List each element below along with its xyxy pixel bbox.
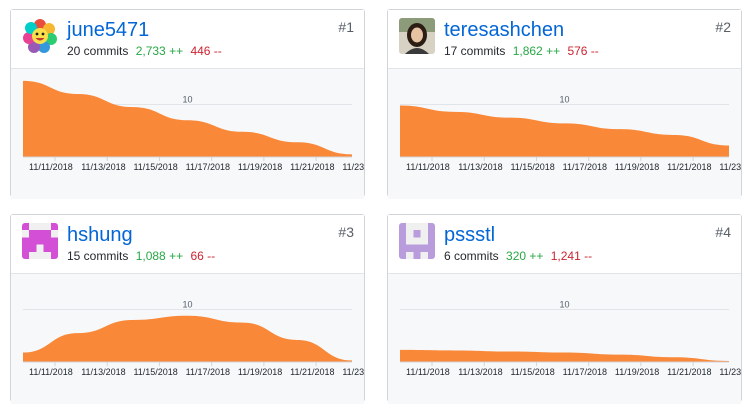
commit-activity-chart: 10 11/11/2018 11/13/2018 11/15/2018 11/17/20… (388, 273, 741, 404)
contributor-card-teresashchen: teresashchen 17 commits 1,862 ++ 576 -- … (387, 9, 742, 199)
x-tick-label: 11/13/2018 (81, 162, 125, 172)
contributor-stats: 17 commits 1,862 ++ 576 -- (444, 43, 599, 59)
x-tick-label: 11/21/2018 (667, 162, 711, 172)
x-tick-label: 11/21/2018 (290, 162, 334, 172)
x-tick-label: 11/21/2018 (290, 367, 334, 377)
x-tick-label: 11/11/2018 (406, 367, 450, 377)
contributor-header: june5471 20 commits 2,733 ++ 446 -- #1 (11, 10, 364, 68)
additions-count: 1,862 ++ (512, 44, 561, 58)
x-tick-label: 11/13/2018 (458, 162, 502, 172)
x-tick-label: 11/15/2018 (133, 367, 177, 377)
deletions-count: 446 -- (190, 44, 222, 58)
x-tick-label: 11/23/2018 (719, 162, 741, 172)
x-tick-label: 11/11/2018 (406, 162, 450, 172)
contributor-username-link[interactable]: teresashchen (444, 18, 564, 42)
x-tick-label: 11/23/2018 (342, 367, 364, 377)
additions-count: 2,733 ++ (135, 44, 184, 58)
x-tick-label: 11/11/2018 (29, 162, 73, 172)
x-tick-label: 11/19/2018 (615, 162, 659, 172)
x-tick-label: 11/15/2018 (133, 162, 177, 172)
contributor-stats: 20 commits 2,733 ++ 446 -- (67, 43, 222, 59)
commit-area-series (23, 315, 352, 362)
gridline-label: 10 (182, 95, 192, 105)
contributor-stats: 15 commits 1,088 ++ 66 -- (67, 248, 215, 264)
contributor-header: hshung 15 commits 1,088 ++ 66 -- #3 (11, 215, 364, 273)
deletions-count: 576 -- (567, 44, 599, 58)
commit-activity-chart: 10 11/11/2018 11/13/2018 11/15/2018 11/17/20… (11, 273, 364, 404)
x-tick-label: 11/19/2018 (615, 367, 659, 377)
x-tick-label: 11/19/2018 (238, 367, 282, 377)
commit-area-series (23, 80, 352, 157)
gridline-label: 10 (182, 300, 192, 310)
commit-count-link[interactable]: 15 commits (67, 249, 128, 263)
x-tick-label: 11/23/2018 (719, 367, 741, 377)
commit-area-chart-svg: 10 11/11/2018 11/13/2018 11/15/2018 11/17/20… (23, 80, 364, 172)
contributor-rank: #1 (338, 19, 354, 35)
commit-count-link[interactable]: 20 commits (67, 44, 128, 58)
deletions-count: 1,241 -- (550, 249, 593, 263)
contributor-rank: #3 (338, 224, 354, 240)
x-tick-label: 11/15/2018 (510, 367, 554, 377)
commit-activity-chart: 10 11/11/2018 11/13/2018 11/15/2018 11/17/20… (11, 68, 364, 199)
contributor-rank: #4 (715, 224, 731, 240)
contributor-username-link[interactable]: hshung (67, 223, 133, 247)
x-tick-label: 11/17/2018 (186, 367, 230, 377)
gridline-label: 10 (559, 300, 569, 310)
x-tick-label: 11/13/2018 (81, 367, 125, 377)
magenta-pixel-identicon-icon[interactable] (22, 223, 58, 259)
contributor-card-pssstl: pssstl 6 commits 320 ++ 1,241 -- #4 10 11… (387, 214, 742, 404)
x-tick-label: 11/23/2018 (342, 162, 364, 172)
x-tick-label: 11/21/2018 (667, 367, 711, 377)
lavender-pixel-identicon-icon[interactable] (399, 223, 435, 259)
contributor-rank: #2 (715, 19, 731, 35)
commit-count-link[interactable]: 6 commits (444, 249, 499, 263)
x-tick-label: 11/13/2018 (458, 367, 502, 377)
x-tick-label: 11/17/2018 (563, 162, 607, 172)
contributor-header: teresashchen 17 commits 1,862 ++ 576 -- … (388, 10, 741, 68)
contributor-username-link[interactable]: pssstl (444, 223, 495, 247)
additions-count: 320 ++ (506, 249, 544, 263)
commit-area-series (400, 105, 729, 157)
x-tick-label: 11/19/2018 (238, 162, 282, 172)
commit-area-series (400, 349, 729, 362)
deletions-count: 66 -- (190, 249, 216, 263)
commit-area-chart-svg: 10 11/11/2018 11/13/2018 11/15/2018 11/17/20… (400, 300, 741, 377)
commit-area-chart-svg: 10 11/11/2018 11/13/2018 11/15/2018 11/17/20… (23, 300, 364, 377)
profile-photo-avatar-icon[interactable] (399, 18, 435, 54)
contributor-card-hshung: hshung 15 commits 1,088 ++ 66 -- #3 10 11… (10, 214, 365, 404)
additions-count: 1,088 ++ (135, 249, 184, 263)
contributor-username-link[interactable]: june5471 (67, 18, 149, 42)
commit-activity-chart: 10 11/11/2018 11/13/2018 11/15/2018 11/17/20… (388, 68, 741, 199)
commit-area-chart-svg: 10 11/11/2018 11/13/2018 11/15/2018 11/17/20… (400, 95, 741, 172)
commit-count-link[interactable]: 17 commits (444, 44, 505, 58)
x-tick-label: 11/15/2018 (510, 162, 554, 172)
x-tick-label: 11/11/2018 (29, 367, 73, 377)
x-tick-label: 11/17/2018 (186, 162, 230, 172)
contributor-stats: 6 commits 320 ++ 1,241 -- (444, 248, 592, 264)
contributor-header: pssstl 6 commits 320 ++ 1,241 -- #4 (388, 215, 741, 273)
contributor-card-june5471: june5471 20 commits 2,733 ++ 446 -- #1 1… (10, 9, 365, 199)
gridline-label: 10 (559, 95, 569, 105)
colorful-flower-avatar-icon[interactable] (22, 18, 58, 54)
x-tick-label: 11/17/2018 (563, 367, 607, 377)
